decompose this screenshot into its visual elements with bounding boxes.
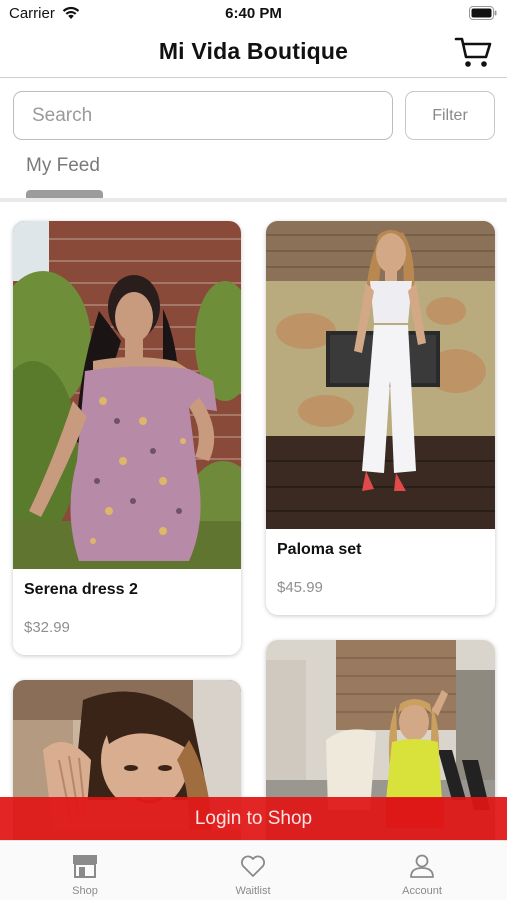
product-card[interactable]: Serena dress 2 $32.99 [13, 221, 241, 655]
login-to-shop-button[interactable]: Login to Shop [0, 797, 507, 840]
product-image [13, 221, 241, 569]
tab-my-feed[interactable]: My Feed [26, 155, 100, 177]
product-card[interactable]: Paloma set $45.99 [266, 221, 495, 615]
person-icon [410, 854, 434, 878]
product-name: Paloma set [277, 541, 362, 558]
product-name: Serena dress 2 [24, 581, 138, 598]
product-price: $32.99 [24, 619, 70, 636]
store-icon [73, 855, 97, 878]
filter-button[interactable]: Filter [405, 91, 495, 140]
tab-waitlist-label: Waitlist [235, 885, 271, 897]
product-image [266, 221, 495, 529]
tab-shop-label: Shop [72, 885, 98, 897]
navigation-bar: Mi Vida Boutique [0, 28, 507, 78]
tab-waitlist[interactable]: Waitlist [193, 841, 313, 900]
search-input[interactable] [13, 91, 393, 140]
bottom-tab-bar: Shop Waitlist Account [0, 840, 507, 900]
product-price: $45.99 [277, 579, 323, 596]
battery-icon [469, 6, 497, 20]
status-time: 6:40 PM [225, 5, 282, 22]
tab-account-label: Account [402, 885, 442, 897]
tab-selected-indicator [26, 190, 103, 198]
cart-button[interactable] [453, 34, 493, 70]
tab-shop[interactable]: Shop [25, 841, 145, 900]
tab-divider [0, 198, 507, 202]
status-bar: Carrier 6:40 PM [0, 0, 507, 28]
heart-icon [241, 855, 265, 877]
cart-icon [454, 37, 492, 67]
app-title: Mi Vida Boutique [158, 38, 349, 64]
tab-account[interactable]: Account [362, 841, 482, 900]
